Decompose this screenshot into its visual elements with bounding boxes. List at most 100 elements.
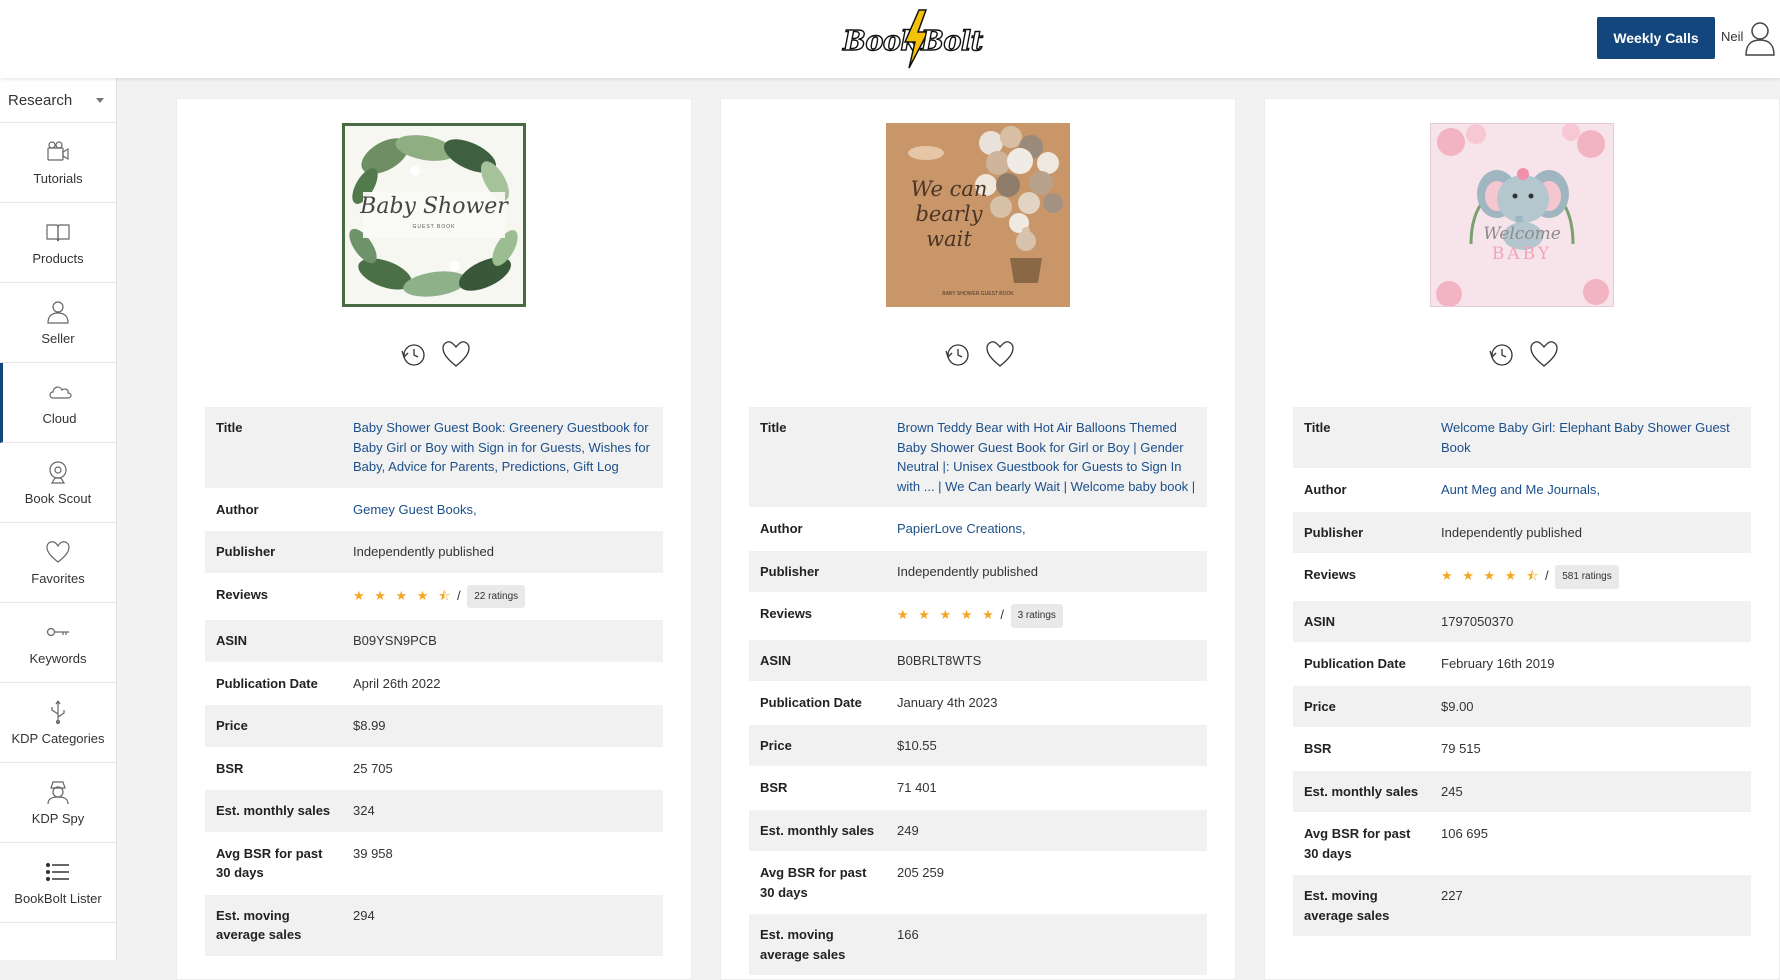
cover-subtitle: BABY SHOWER GUEST BOOK [942,291,1014,297]
book-card: Baby Shower GUEST BOOK Title Baby Shower … [176,98,692,980]
detail-row-monthly-sales: Est. monthly sales 245 [1293,770,1751,813]
list-icon [45,862,69,882]
detail-label: Reviews [1293,553,1430,601]
history-icon[interactable] [941,339,971,369]
book-card: We can bearly wait BABY SHOWER GUEST BOO… [720,98,1236,980]
detail-row-reviews: Reviews ★ ★ ★ ★ ⯪ / 22 ratings [205,573,663,620]
detail-label: ASIN [749,639,886,682]
detail-label: BSR [205,747,342,790]
favorite-heart-icon[interactable] [985,339,1015,369]
user-avatar-icon[interactable] [1744,20,1776,56]
publication-date-value: January 4th 2023 [886,681,1207,725]
detail-row-price: Price $10.55 [749,724,1207,767]
favorite-heart-icon[interactable] [441,339,471,369]
detail-label: Publication Date [1293,642,1430,686]
publication-date-value: April 26th 2022 [342,662,663,705]
detail-label: Est. monthly sales [1293,770,1430,813]
sidebar-item-label: Favorites [31,571,85,586]
book-title-link[interactable]: Baby Shower Guest Book: Greenery Guestbo… [353,420,650,474]
sidebar-item-favorites[interactable]: Favorites [0,523,116,603]
detail-row-avg-bsr: Avg BSR for past 30 days 205 259 [749,851,1207,914]
bookbolt-logo[interactable]: Book Bolt [841,8,991,70]
sidebar-item-cloud[interactable]: Cloud [0,363,116,443]
detail-row-publication-date: Publication Date April 26th 2022 [205,662,663,705]
moving-avg-value: 227 [1430,874,1751,937]
usb-icon [51,700,65,725]
moving-avg-value: 166 [886,913,1207,976]
ratings-count-badge: 22 ratings [467,584,526,608]
history-icon[interactable] [397,339,427,369]
book-cover-image[interactable]: Welcome BABY [1430,123,1614,307]
book-title-link[interactable]: Brown Teddy Bear with Hot Air Balloons T… [897,420,1195,494]
detail-label: Publisher [1293,511,1430,554]
sidebar-item-label: BookBolt Lister [14,891,102,906]
detail-label: Publication Date [749,681,886,725]
book-title-link[interactable]: Welcome Baby Girl: Elephant Baby Shower … [1441,420,1730,455]
detail-label: BSR [1293,727,1430,771]
detail-row-monthly-sales: Est. monthly sales 249 [749,809,1207,852]
book-card: Welcome BABY Title Welcome Baby Girl: Ele… [1264,98,1780,980]
asin-value: B0BRLT8WTS [886,639,1207,682]
detail-row-author: Author PapierLove Creations, [749,507,1207,551]
webcam-icon [49,461,67,484]
cloud-icon [48,386,72,399]
sidebar-item-kdp-categories[interactable]: KDP Categories [0,683,116,763]
detail-row-publisher: Publisher Independently published [205,530,663,574]
avg-bsr-value: 39 958 [342,832,663,895]
detail-row-publication-date: Publication Date January 4th 2023 [749,681,1207,725]
cover-subtitle: GUEST BOOK [412,224,456,230]
favorite-heart-icon[interactable] [1529,339,1559,369]
detail-row-asin: ASIN B09YSN9PCB [205,619,663,663]
author-link[interactable]: PapierLove Creations, [897,521,1026,536]
detail-label: Est. moving average sales [205,894,342,957]
card-actions [1485,339,1559,371]
user-name[interactable]: Neil [1721,29,1743,44]
sidebar-item-label: Products [32,251,84,266]
detail-label: Est. monthly sales [749,809,886,852]
detail-label: Est. moving average sales [1293,874,1430,937]
logo-text-bolt: Bolt [920,25,983,57]
detail-label: Est. moving average sales [749,913,886,976]
detail-row-title: Title Baby Shower Guest Book: Greenery Gu… [205,407,663,489]
detail-row-avg-bsr: Avg BSR for past 30 days 39 958 [205,832,663,895]
book-cover-image[interactable]: We can bearly wait BABY SHOWER GUEST BOO… [886,123,1070,307]
detail-label: Publisher [749,550,886,593]
detail-row-price: Price $9.00 [1293,685,1751,728]
author-link[interactable]: Gemey Guest Books, [353,502,477,517]
sidebar-item-label: Seller [41,331,75,346]
history-icon[interactable] [1485,339,1515,369]
reviews-value: ★ ★ ★ ★ ★ / 3 ratings [886,592,1207,640]
sidebar-item-kdp-spy[interactable]: KDP Spy [0,763,116,843]
detail-label: Reviews [749,592,886,640]
sidebar-item-products[interactable]: Products [0,203,116,283]
bsr-value: 25 705 [342,747,663,790]
heart-icon [46,541,70,563]
sidebar-item-book-scout[interactable]: Book Scout [0,443,116,523]
detail-row-moving-avg: Est. moving average sales 166 [749,913,1207,976]
detail-label: Avg BSR for past 30 days [749,851,886,914]
sidebar-item-seller[interactable]: Seller [0,283,116,363]
sidebar-item-bookbolt-lister[interactable]: BookBolt Lister [0,843,116,923]
book-cover-image[interactable]: Baby Shower GUEST BOOK [342,123,526,307]
publication-date-value: February 16th 2019 [1430,642,1751,686]
detail-row-bsr: BSR 71 401 [749,766,1207,810]
weekly-calls-button[interactable]: Weekly Calls [1597,17,1715,59]
price-value: $9.00 [1430,685,1751,728]
star-rating-icon: ★ ★ ★ ★ ⯪ [353,587,454,603]
cover-title: Baby Shower [360,194,508,219]
detail-row-reviews: Reviews ★ ★ ★ ★ ⯪ / 581 ratings [1293,553,1751,601]
sidebar-item-keywords[interactable]: Keywords [0,603,116,683]
sidebar-item-tutorials[interactable]: Tutorials [0,123,116,203]
research-dropdown[interactable]: Research [0,78,116,123]
detail-row-title: Title Welcome Baby Girl: Elephant Baby Sh… [1293,407,1751,469]
video-camera-icon [47,141,69,161]
detail-row-publisher: Publisher Independently published [1293,511,1751,554]
bsr-value: 79 515 [1430,727,1751,771]
author-link[interactable]: Aunt Meg and Me Journals, [1441,482,1600,497]
detail-label: Title [749,407,886,508]
star-rating-icon: ★ ★ ★ ★ ★ [897,607,997,622]
sidebar-item-label: Book Scout [24,491,92,506]
ratings-count-badge: 581 ratings [1555,565,1619,589]
avg-bsr-value: 205 259 [886,851,1207,914]
detail-row-title: Title Brown Teddy Bear with Hot Air Ballo… [749,407,1207,508]
